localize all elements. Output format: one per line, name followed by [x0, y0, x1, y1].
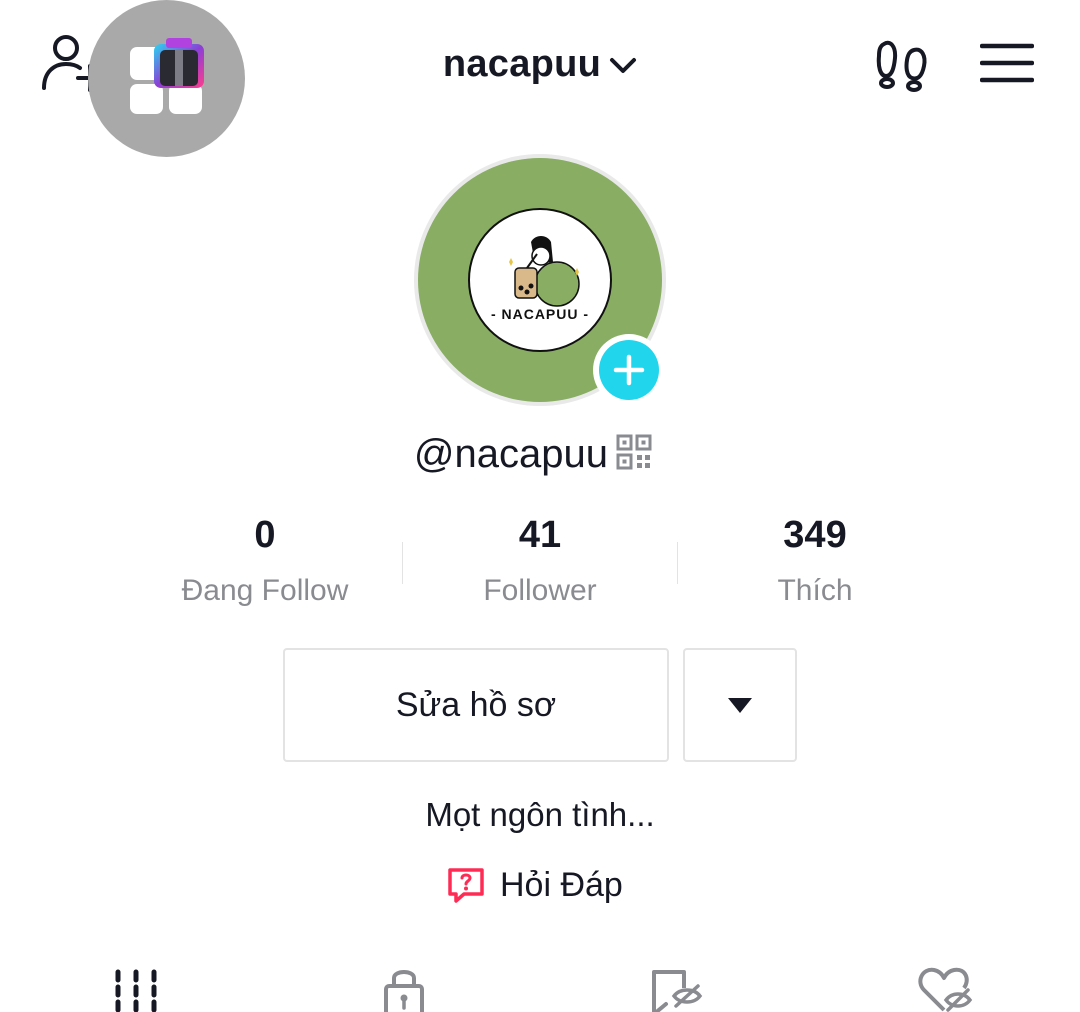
avatar-illustration: [509, 236, 580, 307]
follower-count[interactable]: 41: [400, 514, 680, 557]
plus-icon: [613, 354, 645, 386]
footprint-icon[interactable]: [874, 36, 930, 92]
qa-link[interactable]: Hỏi Đáp: [446, 860, 623, 910]
following-count[interactable]: 0: [125, 514, 405, 557]
profile-bio: Mọt ngôn tình...: [425, 796, 655, 833]
likes-count: 349: [783, 514, 847, 556]
avatar-brand-text: - NACAPUU -: [490, 306, 590, 322]
lock-icon[interactable]: [374, 962, 434, 1012]
qa-label: Hỏi Đáp: [500, 865, 623, 904]
bookmark-hidden-icon[interactable]: [644, 962, 704, 1012]
caret-down-icon: [728, 698, 752, 713]
menu-icon[interactable]: [980, 42, 1034, 84]
follower-label[interactable]: Follower: [400, 574, 680, 608]
username-handle: @nacapuu: [413, 432, 608, 476]
account-switcher[interactable]: nacapuu: [340, 36, 740, 92]
chevron-down-icon: [610, 58, 637, 73]
qr-code-icon[interactable]: [616, 434, 652, 470]
edit-profile-button[interactable]: Sửa hồ sơ: [283, 648, 669, 762]
add-avatar-button[interactable]: [593, 334, 665, 406]
following-label[interactable]: Đang Follow: [125, 574, 405, 608]
likes-label: Thích: [777, 574, 853, 607]
heart-hidden-icon[interactable]: [914, 962, 974, 1012]
more-options-button[interactable]: [683, 648, 797, 762]
page-title: nacapuu: [442, 42, 602, 85]
question-bubble-icon: [448, 868, 484, 903]
gift-icon: [154, 38, 204, 88]
videos-grid-icon[interactable]: [106, 962, 166, 1012]
